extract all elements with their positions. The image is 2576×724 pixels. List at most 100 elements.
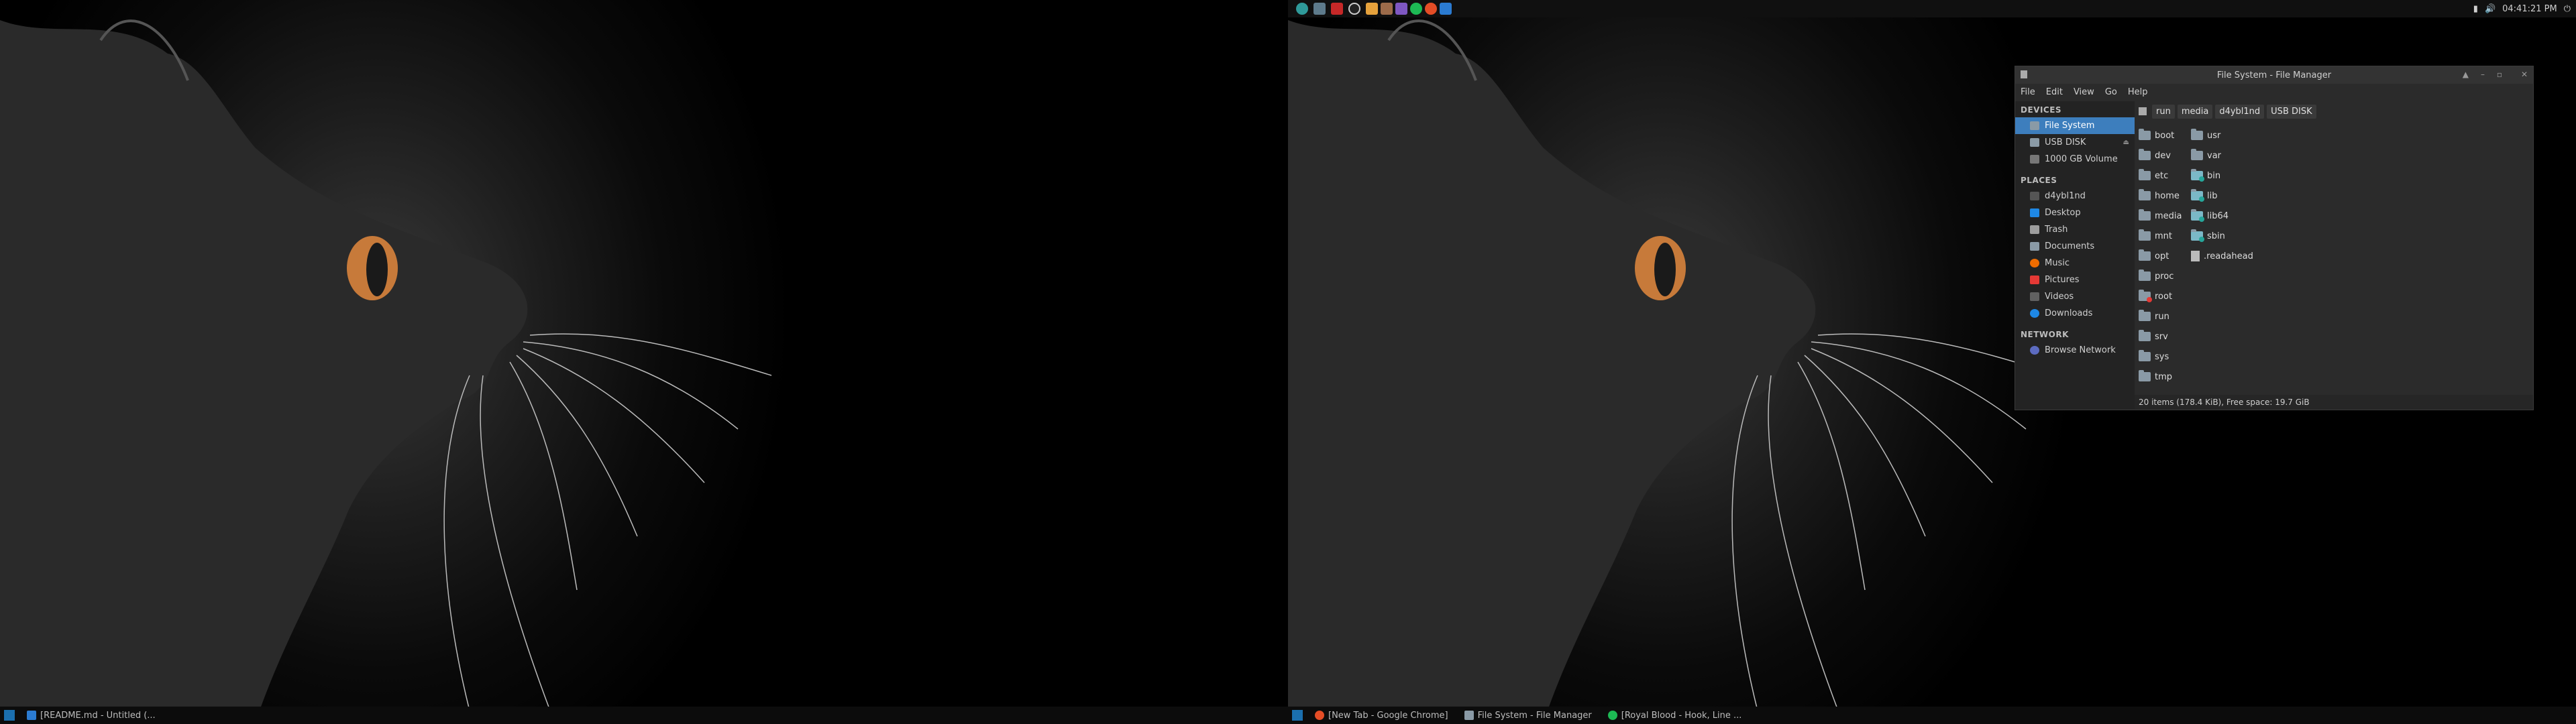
file-item[interactable]: srv (2139, 326, 2191, 347)
task-button-spotify[interactable]: [Royal Blood - Hook, Line ... (1600, 707, 1750, 724)
sidebar-item-1000gb-volume[interactable]: 1000 GB Volume (2015, 151, 2135, 168)
documents-folder-icon (2030, 242, 2039, 251)
sidebar-item-label: File System (2045, 121, 2095, 131)
home-icon (2030, 192, 2039, 200)
sidebar-item-label: Downloads (2045, 308, 2093, 318)
start-menu-icon[interactable] (4, 710, 15, 721)
file-item[interactable]: lib64 (2191, 206, 2285, 226)
menu-help[interactable]: Help (2128, 87, 2148, 97)
sidebar-item-file-system[interactable]: File System (2015, 117, 2135, 134)
sidebar-item-pictures[interactable]: Pictures (2015, 272, 2135, 288)
network-icon (2030, 346, 2039, 355)
file-item[interactable]: etc (2139, 166, 2191, 186)
vscode-icon[interactable] (1440, 3, 1452, 15)
task-button-file-manager[interactable]: File System - File Manager (1456, 707, 1600, 724)
sidebar-item-desktop[interactable]: Desktop (2015, 204, 2135, 221)
volume-icon[interactable]: 🔊 (2485, 4, 2496, 14)
usb-drive-icon (2030, 138, 2039, 147)
file-name: etc (2155, 170, 2169, 181)
menu-file[interactable]: File (2021, 87, 2035, 97)
sidebar-item-home[interactable]: d4ybl1nd (2015, 188, 2135, 204)
file-name: sbin (2207, 231, 2225, 241)
power-icon[interactable]: ⏻ (2564, 4, 2571, 14)
file-item[interactable]: home (2139, 186, 2191, 206)
file-item[interactable]: run (2139, 306, 2191, 326)
breadcrumb-run[interactable]: run (2152, 104, 2175, 119)
chrome-icon[interactable] (1425, 3, 1437, 15)
menu-view[interactable]: View (2074, 87, 2094, 97)
clock[interactable]: 04:41:21 PM (2502, 4, 2557, 14)
steam-icon[interactable] (1348, 3, 1360, 15)
menu-edit[interactable]: Edit (2046, 87, 2063, 97)
mail-icon[interactable] (1331, 3, 1343, 15)
task-label: [Royal Blood - Hook, Line ... (1621, 710, 1742, 721)
sidebar-item-videos[interactable]: Videos (2015, 288, 2135, 305)
breadcrumb-media[interactable]: media (2177, 104, 2213, 119)
sidebar-item-usb-disk[interactable]: USB DISK ⏏ (2015, 134, 2135, 151)
folder-icon (1464, 711, 1474, 720)
file-item[interactable]: sys (2139, 347, 2191, 367)
sidebar-item-label: Music (2045, 258, 2070, 268)
start-menu-icon[interactable] (1292, 710, 1303, 721)
breadcrumb-user[interactable]: d4ybl1nd (2215, 104, 2265, 119)
menu-go[interactable]: Go (2105, 87, 2117, 97)
file-item[interactable]: boot (2139, 125, 2191, 145)
eject-icon[interactable]: ⏏ (2123, 139, 2129, 146)
shade-button-icon[interactable]: ▲ (2463, 70, 2469, 79)
battery-icon[interactable]: ▮ (2473, 4, 2478, 14)
spotify-icon[interactable] (1410, 3, 1422, 15)
file-item[interactable]: opt (2139, 246, 2191, 266)
files-icon[interactable] (1313, 3, 1326, 15)
sidebar-item-music[interactable]: Music (2015, 255, 2135, 272)
top-panel: ▮ 🔊 04:41:21 PM ⏻ (1288, 0, 2576, 17)
sidebar-item-browse-network[interactable]: Browse Network (2015, 342, 2135, 359)
close-button-icon[interactable]: ✕ (2521, 70, 2528, 79)
task-button-readme[interactable]: [README.md - Untitled (... (19, 707, 164, 724)
file-item[interactable]: dev (2139, 145, 2191, 166)
breadcrumb-usb-disk[interactable]: USB DISK (2267, 104, 2316, 119)
window-titlebar[interactable]: File System - File Manager ▲ – ▫ ✕ (2015, 66, 2533, 84)
sidebar-item-downloads[interactable]: Downloads (2015, 305, 2135, 322)
locked-folder-icon (2139, 290, 2152, 302)
file-item[interactable]: tmp (2139, 367, 2191, 387)
file-item[interactable]: var (2191, 145, 2285, 166)
minimize-button-icon[interactable]: – (2481, 70, 2485, 79)
task-label: [README.md - Untitled (... (40, 710, 156, 721)
folder-icon (2191, 129, 2203, 140)
file-item[interactable]: lib (2191, 186, 2285, 206)
chrome-icon (1315, 711, 1324, 720)
file-name: boot (2155, 130, 2175, 141)
file-item[interactable]: proc (2139, 266, 2191, 286)
file-name: .readahead (2204, 251, 2253, 261)
file-item[interactable]: .readahead (2191, 246, 2285, 266)
root-drive-icon[interactable] (2139, 107, 2147, 115)
file-name: tmp (2155, 371, 2173, 382)
file-item[interactable]: root (2139, 286, 2191, 306)
app-launcher-icon[interactable] (1296, 3, 1308, 15)
task-label: File System - File Manager (1477, 710, 1592, 721)
folder-icon (2191, 149, 2203, 160)
drive-icon (2030, 155, 2039, 164)
pictures-icon (2030, 276, 2039, 284)
file-name: sys (2155, 351, 2169, 362)
file-item[interactable]: sbin (2191, 226, 2285, 246)
task-label: [New Tab - Google Chrome] (1328, 710, 1448, 721)
sidebar-item-documents[interactable]: Documents (2015, 238, 2135, 255)
maximize-button-icon[interactable]: ▫ (2497, 70, 2502, 79)
archive-icon[interactable] (1381, 3, 1393, 15)
package-icon[interactable] (1366, 3, 1378, 15)
desktop-wallpaper-left (0, 0, 1288, 724)
file-item[interactable]: bin (2191, 166, 2285, 186)
folder-icon (2139, 129, 2151, 140)
file-grid: boot dev etc home media mnt opt proc roo… (2139, 125, 2285, 387)
folder-icon (2139, 169, 2151, 180)
file-item[interactable]: mnt (2139, 226, 2191, 246)
sidebar-item-label: d4ybl1nd (2045, 191, 2086, 201)
settings-icon[interactable] (1395, 3, 1407, 15)
file-item[interactable]: media (2139, 206, 2191, 226)
task-button-chrome[interactable]: [New Tab - Google Chrome] (1307, 707, 1456, 724)
file-item[interactable]: usr (2191, 125, 2285, 145)
sidebar-item-trash[interactable]: Trash (2015, 221, 2135, 238)
folder-icon (2139, 350, 2151, 361)
status-bar: 20 items (178.4 KiB), Free space: 19.7 G… (2135, 395, 2533, 410)
